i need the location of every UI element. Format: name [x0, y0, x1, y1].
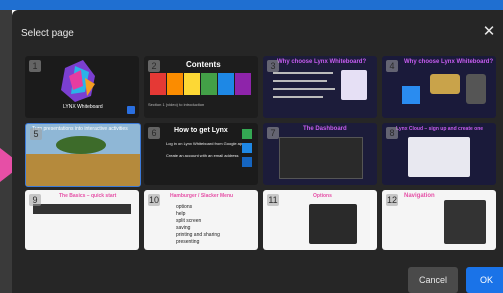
page-thumbnail-3[interactable]: Why choose Lynx Whiteboard? 3 [263, 56, 377, 118]
select-page-dialog: Select page ✕ 1 LYNX Whiteboard Contents [12, 10, 503, 293]
phone-image [466, 74, 486, 104]
page-title: Lynx Cloud – sign up and create one [396, 126, 484, 132]
page-thumbnail-1[interactable]: 1 LYNX Whiteboard [25, 56, 139, 118]
page-number: 6 [148, 127, 160, 139]
page-thumbnail-4[interactable]: Why choose Lynx Whiteboard? 4 [382, 56, 496, 118]
chart-image [341, 70, 367, 100]
page-title: Why choose Lynx Whiteboard? [404, 59, 494, 65]
menu-item-4: saving [176, 225, 191, 231]
page-number: 5 [30, 128, 42, 140]
signup-screenshot [408, 137, 470, 177]
bullet-1: Log in on Lynx Whiteboard from Google ap… [166, 141, 245, 146]
page-thumbnail-6[interactable]: How to get Lynx Log in on Lynx Whiteboar… [144, 123, 258, 185]
windows-icon [242, 157, 252, 167]
close-icon: ✕ [482, 23, 496, 40]
content-lines [273, 72, 335, 104]
menu-item-2: help [176, 211, 186, 217]
page-title: How to get Lynx [174, 127, 228, 134]
page-thumbnail-2[interactable]: Contents Section 1 (video) to introducti… [144, 56, 258, 118]
page-title: The Dashboard [303, 126, 347, 132]
windows-image [402, 86, 420, 104]
savanna-image [26, 154, 140, 186]
page-title: Navigation [404, 193, 435, 199]
app-store-icon [242, 143, 252, 153]
page-thumbnail-11[interactable]: Options 11 [263, 190, 377, 250]
page-number: 1 [29, 60, 41, 72]
navigation-screenshot [444, 200, 486, 244]
play-store-icon [242, 129, 252, 139]
bullet-2: Create an account with an email address [166, 153, 239, 158]
page-number: 10 [148, 194, 160, 206]
page-thumbnail-9[interactable]: The Basics – quick start 9 [25, 190, 139, 250]
page-thumbnail-12[interactable]: Navigation 12 [382, 190, 496, 250]
cancel-button[interactable]: Cancel [408, 267, 458, 293]
menu-item-3: split screen [176, 218, 202, 224]
page-number: 2 [148, 60, 160, 72]
top-accent-bar [0, 0, 503, 10]
page-number: 11 [267, 194, 279, 206]
page-caption: Section 1 (video) to introduction [148, 102, 205, 107]
dashboard-screenshot [279, 137, 363, 179]
leopard-image [430, 74, 460, 94]
page-thumbnail-5[interactable]: Turn presentations into interactive acti… [25, 123, 141, 187]
close-button[interactable]: ✕ [481, 24, 497, 40]
page-title: Why choose Lynx Whiteboard? [277, 59, 367, 65]
contents-tiles [150, 73, 254, 95]
page-title: Contents [186, 60, 221, 69]
page-title: The Basics – quick start [59, 193, 117, 199]
page-number: 8 [386, 127, 398, 139]
page-title: Turn presentations into interactive acti… [32, 126, 128, 132]
toolbar-screenshot [33, 204, 131, 214]
brand-badge [127, 106, 135, 114]
page-thumbnail-10[interactable]: Hamburger / Slacker Menu options help sp… [144, 190, 258, 250]
page-thumbnail-7[interactable]: The Dashboard 7 [263, 123, 377, 185]
menu-item-1: options [176, 204, 193, 210]
page-number: 9 [29, 194, 41, 206]
page-title: Hamburger / Slacker Menu [170, 193, 234, 199]
page-number: 4 [386, 60, 398, 72]
page-number: 12 [386, 194, 398, 206]
menu-item-5: printing and sharing [176, 232, 220, 238]
tree-image [56, 136, 106, 154]
page-number: 7 [267, 127, 279, 139]
ok-button[interactable]: OK [466, 267, 503, 293]
page-title: LYNX Whiteboard [63, 104, 103, 110]
dialog-title: Select page [21, 28, 74, 39]
page-number: 3 [267, 60, 279, 72]
menu-item-6: presenting [176, 239, 200, 245]
page-thumbnail-8[interactable]: Lynx Cloud – sign up and create one 8 [382, 123, 496, 185]
page-title: Options [313, 193, 332, 199]
options-screenshot [309, 204, 357, 244]
